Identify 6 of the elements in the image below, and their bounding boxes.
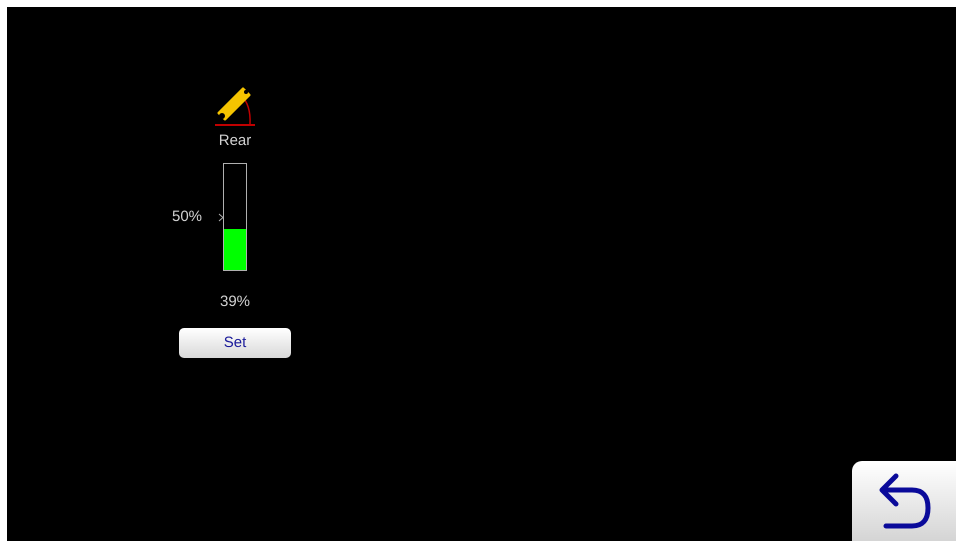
target-label: 50% xyxy=(172,209,202,225)
set-button[interactable]: Set xyxy=(179,328,291,358)
actuator-label: Rear xyxy=(218,132,252,150)
back-button[interactable] xyxy=(852,461,956,541)
level-reading: 39% xyxy=(220,293,250,311)
lever-arm-icon xyxy=(213,87,257,127)
